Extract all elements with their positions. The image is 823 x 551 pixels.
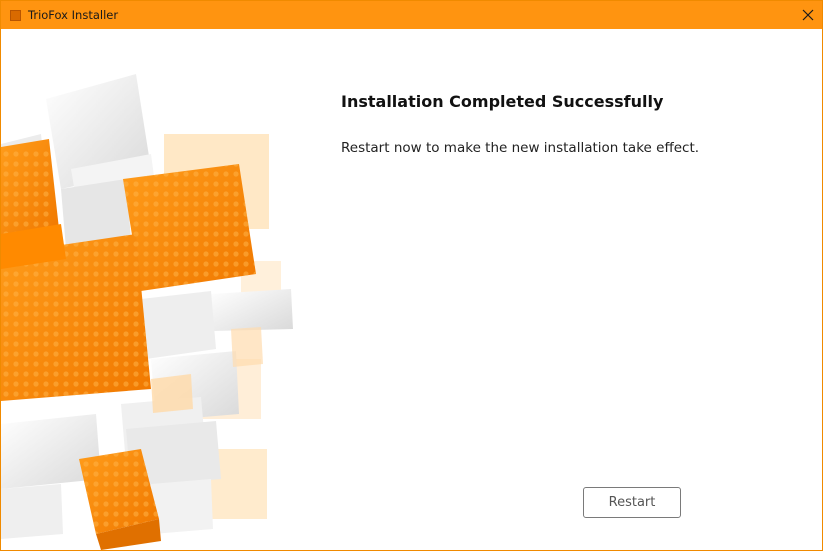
title-bar[interactable]: TrioFox Installer — [1, 1, 822, 29]
installer-window: TrioFox Installer Installation Completed… — [0, 0, 823, 551]
decorative-cubes-illustration — [1, 74, 293, 550]
status-message: Restart now to make the new installation… — [341, 140, 700, 156]
page-heading: Installation Completed Successfully — [341, 92, 664, 111]
restart-button[interactable]: Restart — [583, 487, 681, 518]
close-button[interactable] — [794, 1, 822, 29]
close-icon — [802, 9, 814, 21]
window-title: TrioFox Installer — [28, 8, 119, 22]
app-icon — [10, 10, 21, 21]
